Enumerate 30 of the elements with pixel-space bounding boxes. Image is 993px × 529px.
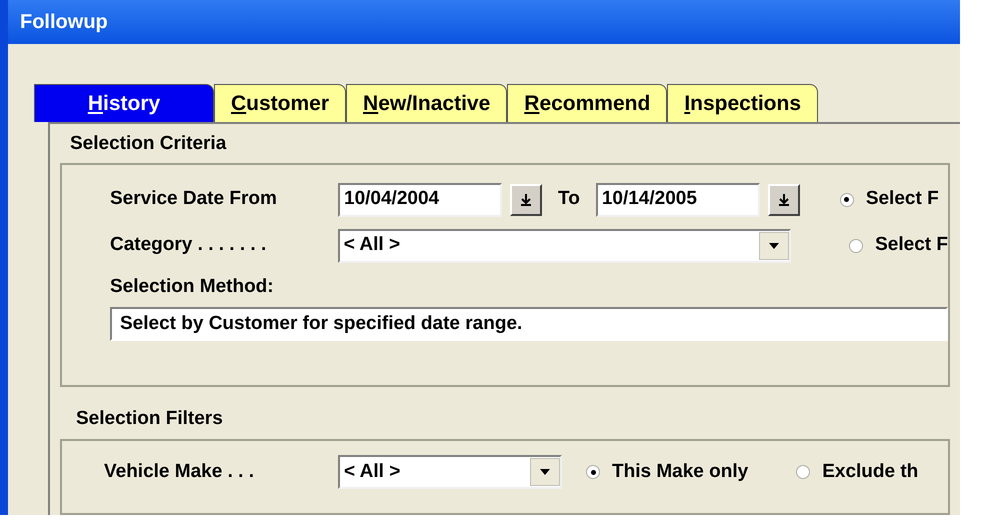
calendar-dropdown-button[interactable] <box>510 184 542 216</box>
date-field[interactable]: 10/04/2004 <box>338 182 502 216</box>
radio-button[interactable] <box>840 192 854 206</box>
dropdown-field[interactable]: < All > <box>338 228 792 262</box>
selection-method-field[interactable]: Select by Customer for specified date range. <box>110 307 948 341</box>
radio-button[interactable] <box>796 465 810 479</box>
radio-label: Select F <box>875 233 948 258</box>
tab[interactable]: Recommend <box>507 84 668 122</box>
radio-label: Exclude th <box>822 460 918 484</box>
radio-button[interactable] <box>586 465 600 479</box>
dropdown-field[interactable]: < All > <box>338 455 562 489</box>
down-arrow-icon <box>520 192 532 206</box>
tab[interactable]: History <box>34 84 214 122</box>
field-label: Vehicle Make . . . <box>104 460 255 484</box>
field-label: To <box>558 187 580 212</box>
radio-label: Select F <box>866 187 939 212</box>
section-title: Selection Filters <box>76 406 224 430</box>
tab[interactable]: Inspections <box>667 84 818 122</box>
down-arrow-icon <box>778 192 790 206</box>
tab[interactable]: New/Inactive <box>346 84 508 122</box>
radio-button[interactable] <box>849 238 864 252</box>
calendar-dropdown-button[interactable] <box>768 184 800 216</box>
section-title: Selection Criteria <box>70 132 228 156</box>
field-label: Selection Method: <box>110 274 275 298</box>
date-field[interactable]: 10/14/2005 <box>596 182 760 216</box>
window-title: Followup <box>20 10 108 35</box>
radio-label: This Make only <box>612 460 748 484</box>
tab[interactable]: Customer <box>214 84 346 122</box>
field-label: Service Date From <box>110 187 278 212</box>
field-label: Category . . . . . . . <box>110 233 268 258</box>
